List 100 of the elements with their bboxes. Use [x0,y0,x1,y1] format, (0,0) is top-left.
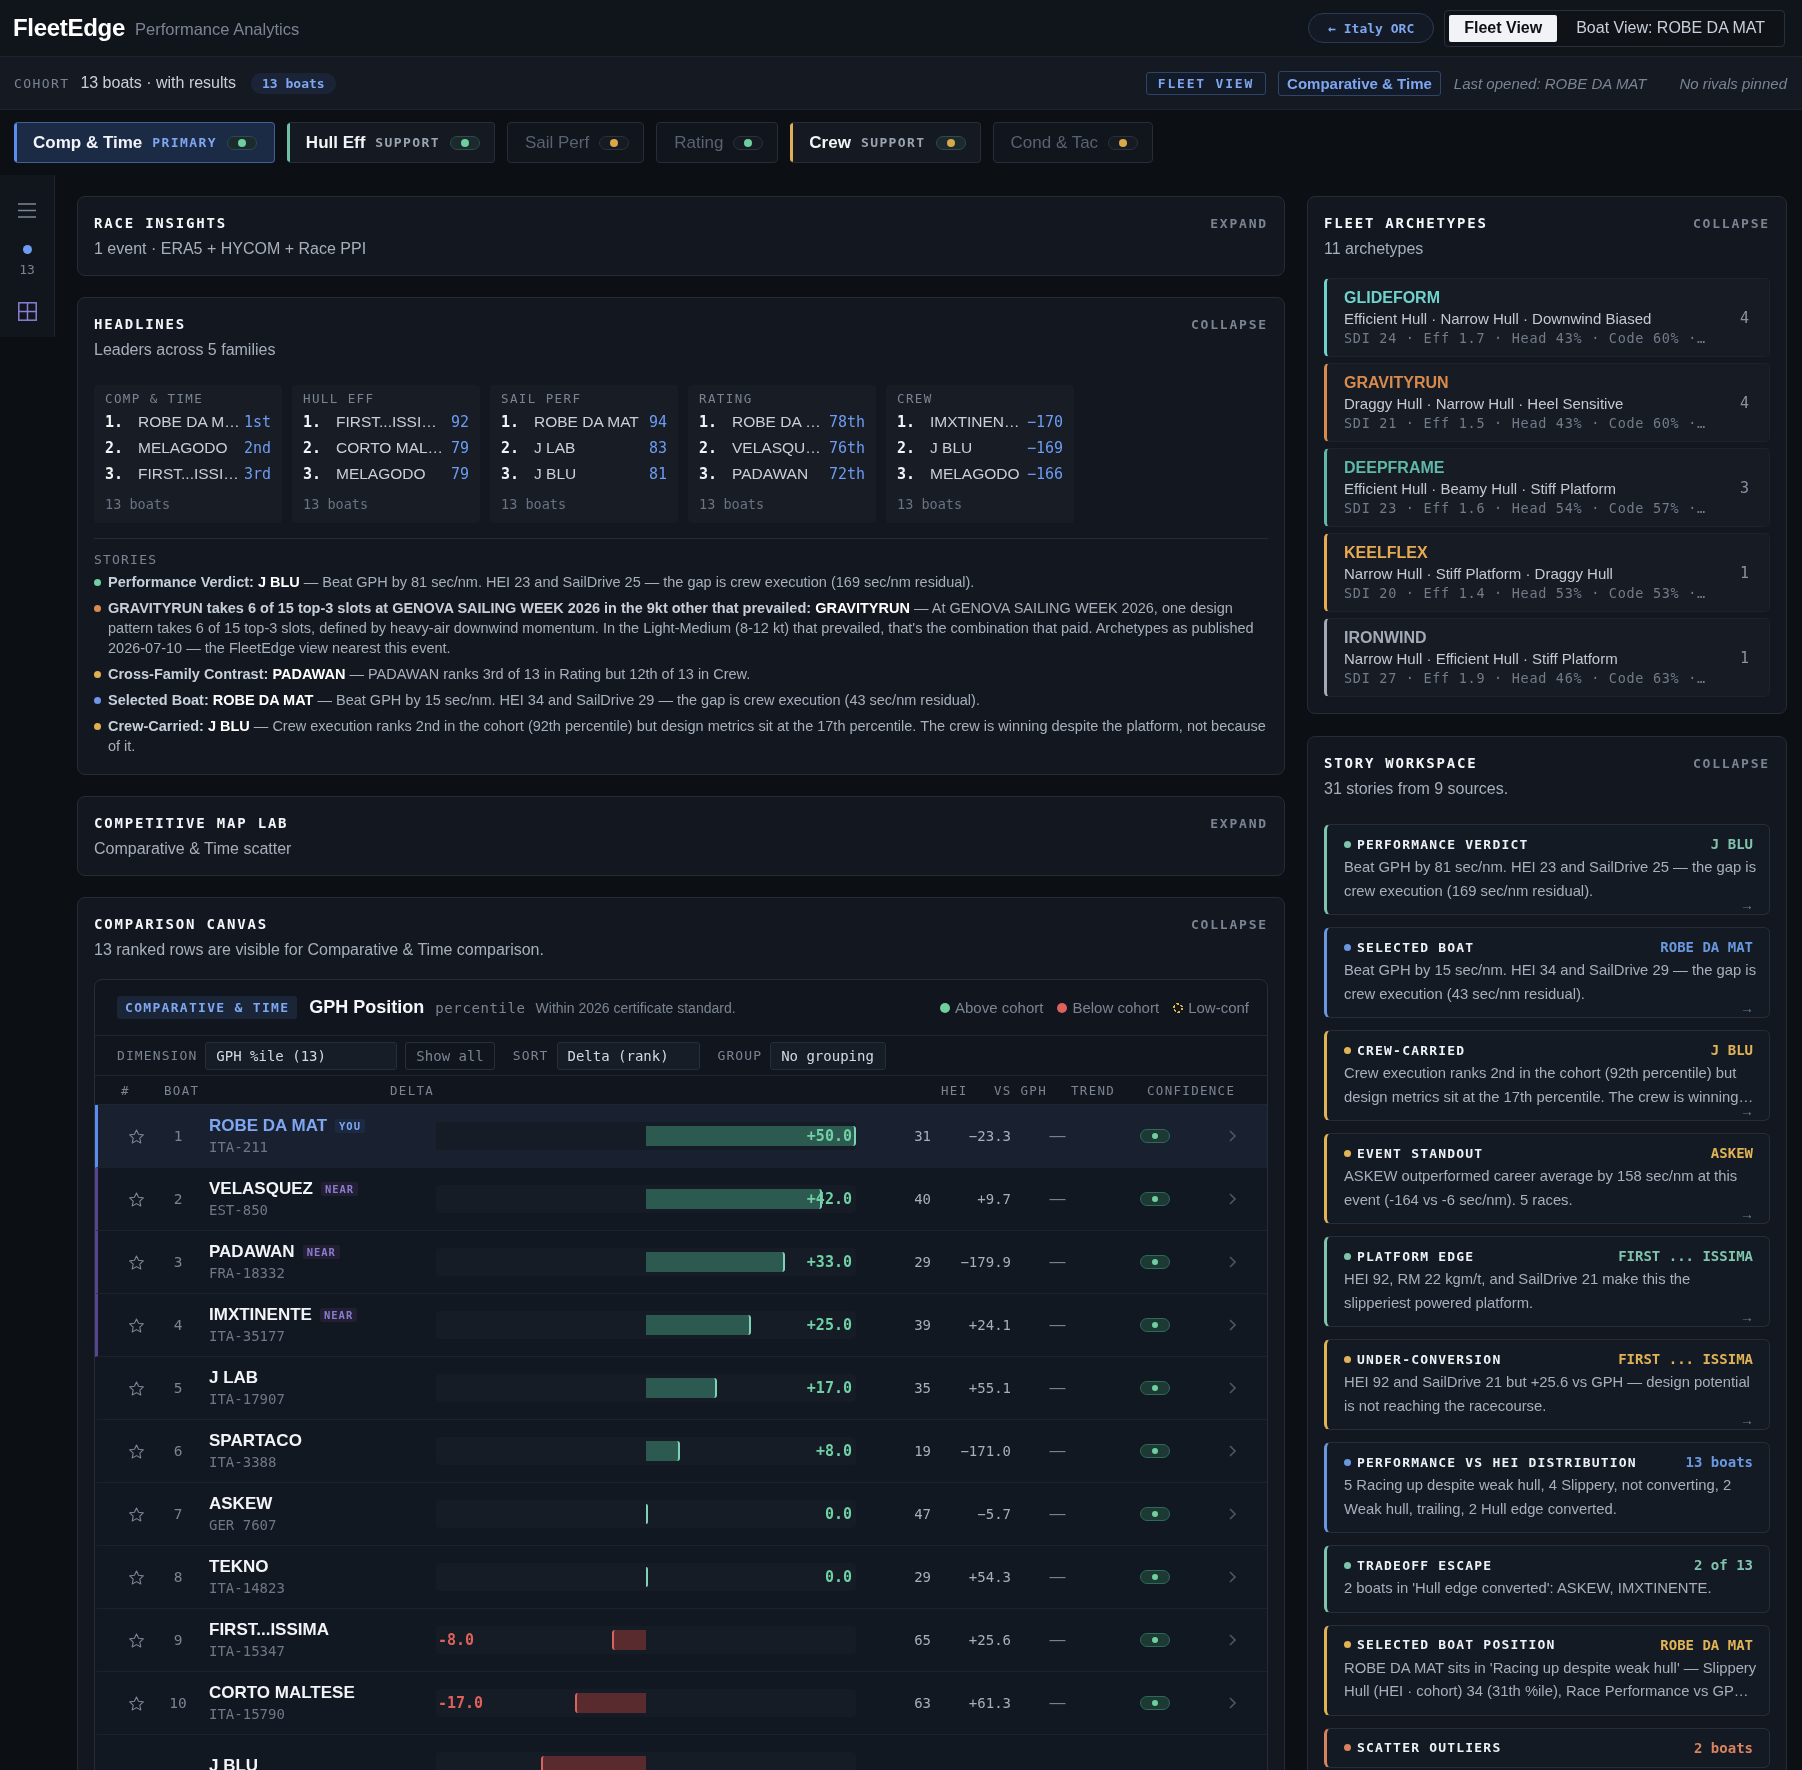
archetype-name: GLIDEFORM [1344,289,1441,307]
arrow-link[interactable]: → [1740,1311,1754,1323]
select-field[interactable]: Delta (rank) [556,1041,700,1070]
panel-subtitle: Comparative & Time scatter [94,839,293,859]
back-button[interactable]: ← Italy ORC [1308,13,1435,43]
star-icon[interactable] [129,1380,144,1396]
column-header: # [121,1082,131,1098]
arrow-link[interactable]: → [1740,1208,1754,1220]
chevron-right-icon[interactable] [1229,1382,1236,1394]
leader-card-title: HULL EFF [303,391,376,407]
hei-value: 29 [913,1254,932,1270]
family-tab[interactable]: Crew SUPPORT [790,122,981,163]
story-subject: J BLU [1710,1042,1753,1058]
archetype-card[interactable]: DEEPFRAME Efficient Hull · Beamy Hull · Stiff Platform SDI 23 · Eff 1.6 · Head 54% · Code 57% ·… 3 [1324,448,1770,527]
panel-toggle-button[interactable]: COLLAPSE [1693,755,1770,771]
story-card[interactable]: EVENT STANDOUT ASKEW ASKEW outperformed career average by 158 sec/nm at this event (-164 vs -6 sec/nm). 5 races. → [1324,1133,1770,1224]
archetype-card[interactable]: GRAVITYRUN Draggy Hull · Narrow Hull · Heel Sensitive SDI 21 · Eff 1.5 · Head 43% · Code 60% ·… 4 [1324,363,1770,442]
chevron-right-icon[interactable] [1229,1634,1236,1646]
table-row[interactable]: 1 ROBE DA MAT YOU ITA-211 +50.0 31 −23.3 — [95,1105,1267,1168]
star-icon[interactable] [129,1128,144,1144]
arrow-link[interactable]: → [1740,1002,1754,1014]
chevron-right-icon[interactable] [1229,1445,1236,1457]
story-card[interactable]: UNDER-CONVERSION FIRST ... ISSIMA HEI 92 and SailDrive 21 but +25.6 vs GPH — design potential is not reaching the racecourse. → [1324,1339,1770,1430]
story-subject: FIRST ... ISSIMA [1618,1351,1753,1367]
star-icon[interactable] [129,1317,144,1333]
chevron-right-icon[interactable] [1229,1508,1236,1520]
show-all-button[interactable]: Show all [405,1041,495,1070]
table-row[interactable]: 3 PADAWAN NEAR FRA-18332 +33.0 29 −179.9 — [95,1231,1267,1294]
table-row[interactable]: 4 IMXTINENTE NEAR ITA-35177 +25.0 39 +24.1 — [95,1294,1267,1357]
metric-note: Within 2026 certificate standard. [535,999,736,1016]
star-icon[interactable] [129,1695,144,1711]
trend-value: — [1048,1631,1067,1649]
vs-gph-value: +61.3 [967,1695,1012,1711]
grid-icon[interactable] [17,302,37,321]
panel-toggle-button[interactable]: EXPAND [1210,815,1268,831]
story-subject: FIRST ... ISSIMA [1618,1248,1753,1264]
chevron-right-icon[interactable] [1229,1571,1236,1583]
family-tab[interactable]: Hull Eff SUPPORT [286,122,495,163]
menu-icon[interactable] [18,203,36,218]
archetype-card[interactable]: KEELFLEX Narrow Hull · Stiff Platform · Draggy Hull SDI 20 · Eff 1.4 · Head 53% · Code 53% ·… 1 [1324,533,1770,612]
panel-toggle-button[interactable]: COLLAPSE [1693,215,1770,231]
boat-name: MELAGODO [138,439,229,457]
view-tab[interactable]: Fleet View [1449,14,1558,42]
family-tag: COMPARATIVE & TIME [117,996,298,1019]
control-label: SORT [512,1048,549,1063]
story-card[interactable]: PLATFORM EDGE FIRST ... ISSIMA HEI 92, RM 22 kgm/t, and SailDrive 21 make this the slipperiest powered platform. → [1324,1236,1770,1327]
story-card[interactable]: TRADEOFF ESCAPE 2 of 13 2 boats in 'Hull edge converted': ASKEW, IMXTINENTE. [1324,1545,1770,1613]
story-card[interactable]: PERFORMANCE VERDICT J BLU Beat GPH by 81 sec/nm. HEI 23 and SailDrive 25 — the gap is crew execution (169 sec/nm residual). → [1324,824,1770,915]
panel-toggle-button[interactable]: COLLAPSE [1191,916,1268,932]
story-subject: 2 boats [1694,1739,1753,1756]
story-card[interactable]: PERFORMANCE VS HEI DISTRIBUTION 13 boats 5 Racing up despite weak hull, 4 Slippery, not converting, 2 Weak hull, trailing, 2 Hull edge converted. [1324,1442,1770,1533]
story-subject: J BLU [1710,836,1753,852]
story-card[interactable]: SELECTED BOAT POSITION ROBE DA MAT ROBE DA MAT sits in 'Racing up despite weak hull' — Slippery Hull (HEI · cohort) 34 (31th %ile), Race Performance vs GP… [1324,1624,1770,1716]
boat-count: 13 boats [105,496,172,512]
view-tab[interactable]: Boat View: ROBE DA MAT [1561,14,1780,42]
star-icon[interactable] [129,1443,144,1459]
boat-name: FIRST...ISSIMA [209,1620,329,1640]
panel-toggle-button[interactable]: EXPAND [1210,215,1268,231]
hei-value: 39 [913,1317,932,1333]
archetype-count: 4 [1739,309,1749,327]
select-field[interactable]: No grouping [770,1041,887,1070]
star-icon[interactable] [129,1506,144,1522]
rank-cell-text: 6 [172,1443,184,1459]
legend-label: Below cohort [1072,999,1160,1016]
rivals-status: No rivals pinned [1679,74,1787,92]
archetype-card[interactable]: GLIDEFORM Efficient Hull · Narrow Hull · Downwind Biased SDI 24 · Eff 1.7 · Head 43% · Code 60% ·… 4 [1324,278,1770,357]
leader-value: 76th [828,439,865,457]
story-text: HEI 92 and SailDrive 21 but +25.6 vs GPH — design potential is not reaching the racecourse. [1344,1373,1751,1416]
star-icon[interactable] [129,1632,144,1648]
arrow-link[interactable]: → [1740,899,1754,911]
family-badge: Comparative & Time [1278,70,1441,96]
arrow-link[interactable]: → [1740,1105,1754,1117]
family-tab[interactable]: Comp & Time PRIMARY [14,122,275,163]
panel-toggle-button[interactable]: COLLAPSE [1191,316,1268,332]
star-icon[interactable] [129,1569,144,1585]
story-card[interactable]: CREW-CARRIED J BLU Crew execution ranks 2nd in the cohort (92th percentile) but design metrics sit at the 17th percentile. The crew is winning… → [1324,1030,1770,1121]
star-icon[interactable] [129,1254,144,1270]
rank-cell-text: 10 [168,1695,188,1711]
archetype-card[interactable]: IRONWIND Narrow Hull · Efficient Hull · Stiff Platform SDI 27 · Eff 1.9 · Head 46% · Code 63% ·… 1 [1324,618,1770,697]
select-field[interactable]: GPH %ile (13) [205,1041,398,1070]
chevron-right-icon[interactable] [1229,1193,1236,1205]
chevron-right-icon[interactable] [1229,1256,1236,1268]
story-text: ASKEW outperformed career average by 158 sec/nm at this event (-164 vs -6 sec/nm). 5 races. [1344,1167,1739,1210]
boat-name: ASKEW [209,1494,273,1514]
chevron-right-icon[interactable] [1229,1697,1236,1709]
panel-title: HEADLINES [94,315,187,333]
chevron-right-icon[interactable] [1229,1319,1236,1331]
story-card[interactable]: SCATTER OUTLIERS 2 boats [1324,1727,1770,1768]
story-text: Beat GPH by 15 sec/nm. HEI 34 and SailDrive 29 — the gap is crew execution (43 sec/nm residual). [1344,961,1758,1004]
star-icon[interactable] [129,1191,144,1207]
boat-name: PADAWAN [209,1242,295,1262]
sail-number: GER 7607 [209,1516,278,1534]
arrow-link[interactable]: → [1740,1414,1754,1426]
archetype-name: GRAVITYRUN [1344,374,1450,392]
panel-title: COMPETITIVE MAP LAB [94,814,289,832]
story-card[interactable]: SELECTED BOAT ROBE DA MAT Beat GPH by 15 sec/nm. HEI 34 and SailDrive 29 — the gap is crew execution (43 sec/nm residual). → [1324,927,1770,1018]
archetype-count: 3 [1739,479,1749,497]
story-subject: 2 of 13 [1694,1557,1753,1573]
story-title: PERFORMANCE VERDICT [1357,836,1529,852]
leader-card-title: CREW [897,391,934,407]
